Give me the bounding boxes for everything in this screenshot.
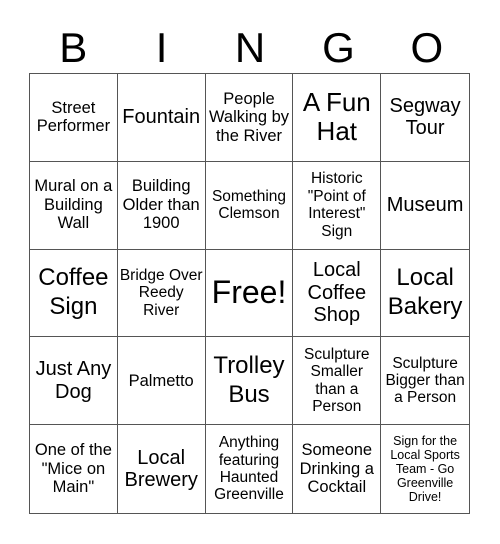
bingo-cell[interactable]: Something Clemson (205, 161, 294, 250)
bingo-cell[interactable]: Local Coffee Shop (293, 249, 382, 338)
bingo-cell[interactable]: Trolley Bus (205, 337, 294, 426)
bingo-cell[interactable]: One of the "Mice on Main" (30, 425, 118, 513)
header-letter-i: I (155, 24, 168, 71)
header-letter-b: B (59, 24, 88, 71)
bingo-cell[interactable]: Just Any Dog (30, 337, 118, 426)
bingo-cell[interactable]: Historic "Point of Interest" Sign (293, 161, 382, 250)
free-space[interactable]: Free! (205, 249, 294, 338)
bingo-cell[interactable]: Building Older than 1900 (117, 161, 206, 250)
bingo-header: B I N G O (29, 22, 471, 74)
header-letter-o: O (410, 24, 444, 71)
bingo-cell[interactable]: Mural on a Building Wall (30, 161, 118, 250)
bingo-cell[interactable]: People Walking by the River (205, 74, 294, 162)
header-letter-g: G (322, 24, 355, 71)
bingo-cell[interactable]: Local Bakery (381, 250, 469, 338)
bingo-cell[interactable]: Segway Tour (381, 74, 469, 162)
bingo-cell[interactable]: Someone Drinking a Cocktail (293, 425, 382, 513)
bingo-cell[interactable]: Museum (381, 162, 469, 250)
bingo-cell[interactable]: Bridge Over Reedy River (117, 249, 206, 338)
bingo-cell[interactable]: Sculpture Bigger than a Person (381, 337, 469, 426)
header-letter-n: N (234, 24, 266, 71)
bingo-cell[interactable]: Street Performer (30, 74, 118, 162)
bingo-cell[interactable]: Palmetto (117, 337, 206, 426)
bingo-grid: Street Performer Fountain People Walking… (29, 73, 470, 514)
bingo-cell[interactable]: Anything featuring Haunted Greenville (206, 425, 294, 513)
bingo-cell[interactable]: Sign for the Local Sports Team - Go Gree… (381, 425, 469, 513)
bingo-cell[interactable]: A Fun Hat (293, 74, 382, 162)
bingo-cell[interactable]: Fountain (117, 74, 206, 162)
bingo-cell[interactable]: Coffee Sign (30, 249, 118, 338)
bingo-cell[interactable]: Local Brewery (118, 425, 206, 513)
bingo-cell[interactable]: Sculpture Smaller than a Person (293, 337, 382, 426)
